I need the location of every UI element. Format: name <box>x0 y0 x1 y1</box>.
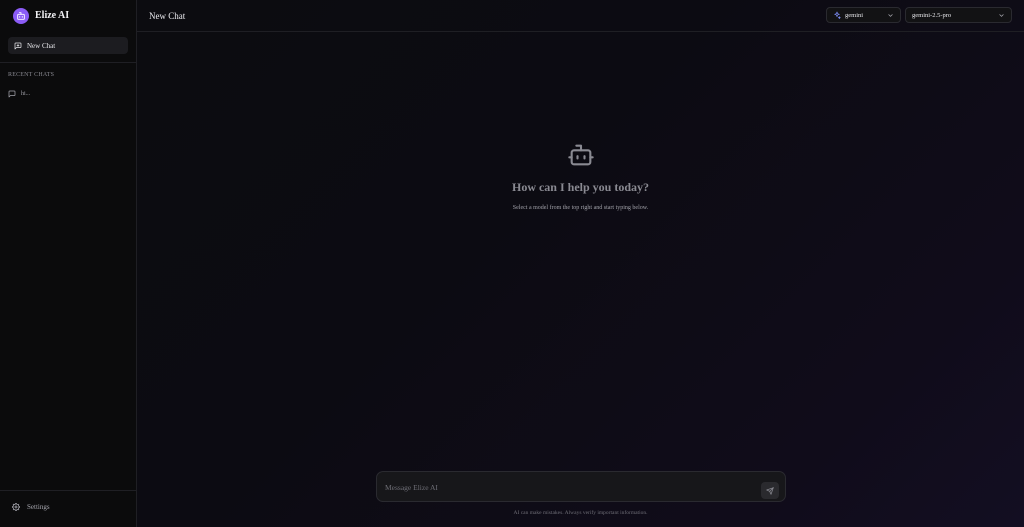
recent-chat-item[interactable]: hi... <box>8 88 128 100</box>
sparkle-icon <box>834 11 841 19</box>
new-chat-button[interactable]: New Chat <box>8 37 128 54</box>
send-button[interactable] <box>761 482 779 499</box>
recent-chats-heading: RECENT CHATS <box>8 72 55 78</box>
chevron-down-icon <box>999 13 1004 17</box>
provider-select-value: gemini <box>845 11 864 19</box>
sidebar-bottom-divider <box>0 490 137 491</box>
brand: Elize AI <box>0 0 136 31</box>
bot-icon <box>567 144 594 166</box>
message-square-icon <box>8 90 16 98</box>
message-composer <box>376 471 786 502</box>
header: New Chat gemini gemini-2.5-pro <box>137 0 1024 32</box>
main-panel: New Chat gemini gemini-2.5-pro How can I… <box>137 0 1024 527</box>
gear-icon <box>12 503 20 511</box>
chevron-down-icon <box>888 13 893 17</box>
sidebar: Elize AI New Chat RECENT CHATS hi... Set… <box>0 0 137 527</box>
message-square-plus-icon <box>14 42 22 49</box>
sidebar-divider <box>0 62 137 63</box>
new-chat-label: New Chat <box>27 41 56 50</box>
model-select-value: gemini-2.5-pro <box>912 11 952 19</box>
empty-state: How can I help you today? Select a model… <box>137 141 1024 211</box>
app-window: Elize AI New Chat RECENT CHATS hi... Set… <box>0 0 1024 527</box>
page-title: New Chat <box>149 10 186 21</box>
settings-button[interactable]: Settings <box>12 503 50 511</box>
provider-select[interactable]: gemini <box>826 7 901 23</box>
disclaimer-text: AI can make mistakes. Always verify impo… <box>513 510 648 516</box>
recent-chat-label: hi... <box>21 91 31 97</box>
empty-state-heading: How can I help you today? <box>511 180 650 194</box>
model-select[interactable]: gemini-2.5-pro <box>905 7 1012 23</box>
empty-state-subtext: Select a model from the top right and st… <box>512 205 649 211</box>
settings-label: Settings <box>27 503 50 511</box>
bot-icon <box>13 7 29 24</box>
send-icon <box>766 486 774 495</box>
brand-name: Elize AI <box>35 10 70 21</box>
message-input[interactable] <box>385 481 745 493</box>
